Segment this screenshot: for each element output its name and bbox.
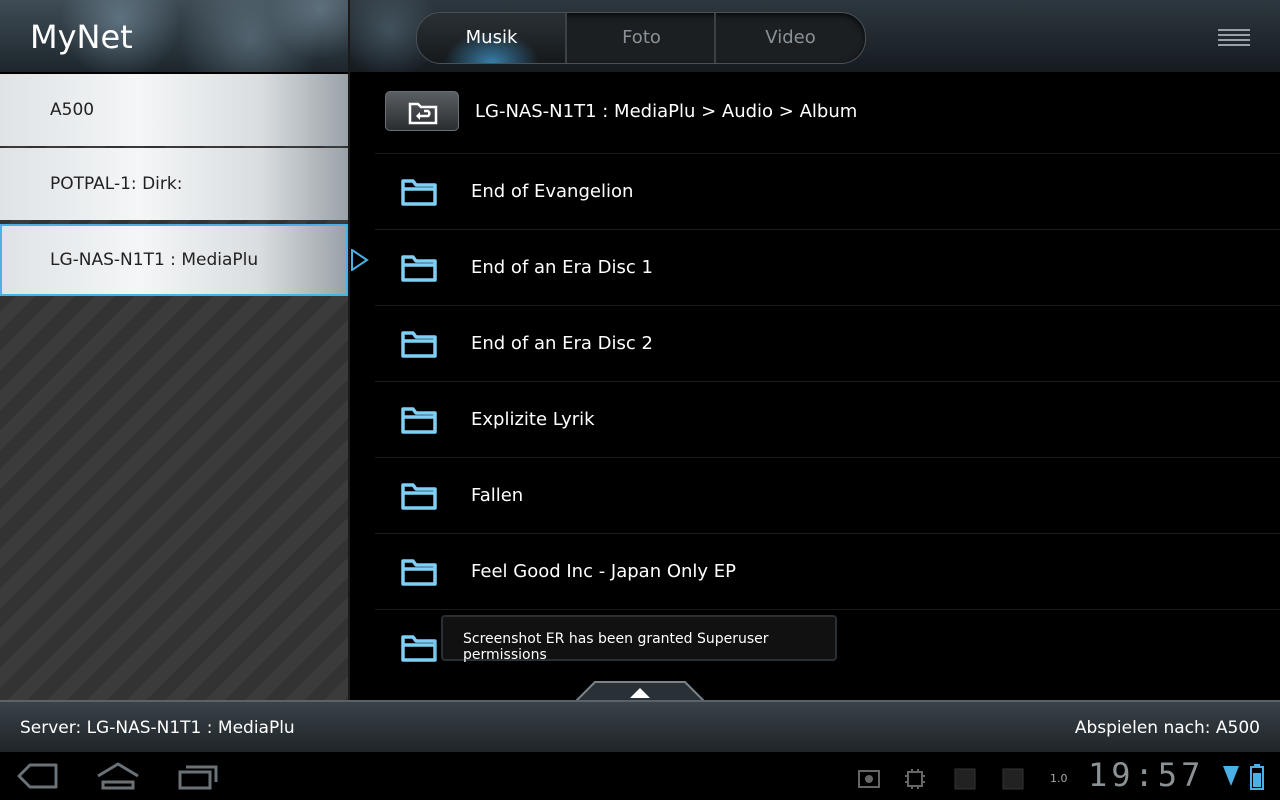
folder-label: Fallen: [471, 485, 524, 506]
folder-list: End of Evangelion End of an Era Disc 1 E…: [375, 153, 1280, 685]
folder-icon: [401, 483, 437, 510]
folder-label: Explizite Lyrik: [471, 409, 595, 430]
tab-foto[interactable]: Foto: [565, 13, 716, 63]
server-item-lg-nas[interactable]: LG-NAS-N1T1 : MediaPlu: [0, 224, 348, 296]
server-status: Server: LG-NAS-N1T1 : MediaPlu: [20, 718, 295, 738]
screenshot-icon: [858, 770, 880, 788]
system-bar: 1.0 19:57: [0, 752, 1280, 800]
folder-icon: [401, 407, 437, 434]
home-icon[interactable]: [96, 762, 140, 790]
folder-icon: [401, 559, 437, 586]
list-item[interactable]: End of an Era Disc 1: [375, 229, 1280, 305]
server-item-label: A500: [50, 100, 95, 120]
battery-icon: [1250, 764, 1264, 790]
folder-label: End of Evangelion: [471, 181, 634, 202]
notification-icon: [954, 768, 976, 790]
folder-icon: [401, 179, 437, 206]
list-item[interactable]: Explizite Lyrik: [375, 381, 1280, 457]
list-item[interactable]: End of an Era Disc 2: [375, 305, 1280, 381]
tab-video[interactable]: Video: [714, 13, 865, 63]
folder-back-icon: [408, 102, 438, 125]
folder-icon: [401, 331, 437, 358]
media-tabs: Musik Foto Video: [416, 12, 866, 64]
recent-apps-icon[interactable]: [178, 762, 218, 790]
back-button[interactable]: [385, 91, 459, 131]
folder-icon: [401, 255, 437, 282]
play-target[interactable]: Abspielen nach: A500: [1075, 718, 1260, 738]
server-item-potpal[interactable]: POTPAL-1: Dirk:: [0, 148, 348, 220]
server-item-a500[interactable]: A500: [0, 74, 348, 146]
folder-label: End of an Era Disc 2: [471, 333, 653, 354]
toast-notification: Screenshot ER has been granted Superuser…: [441, 615, 837, 663]
back-icon[interactable]: [16, 762, 58, 790]
toast-text: Screenshot ER has been granted Superuser…: [463, 631, 769, 663]
server-item-label: LG-NAS-N1T1 : MediaPlu: [50, 250, 259, 270]
server-item-label: POTPAL-1: Dirk:: [50, 174, 183, 194]
wifi-icon: [1223, 766, 1239, 786]
server-list: A500 POTPAL-1: Dirk: LG-NAS-N1T1 : Media…: [0, 74, 348, 700]
folder-label: End of an Era Disc 1: [471, 257, 653, 278]
notification-icon: [1002, 768, 1024, 790]
list-item[interactable]: Fallen: [375, 457, 1280, 533]
status-bar: Server: LG-NAS-N1T1 : MediaPlu Abspielen…: [0, 700, 1280, 754]
list-item[interactable]: Feel Good Inc - Japan Only EP: [375, 533, 1280, 609]
app-title: MyNet: [30, 18, 133, 56]
cpu-icon: [905, 769, 925, 789]
folder-label: Feel Good Inc - Japan Only EP: [471, 561, 737, 582]
folder-icon: [401, 635, 437, 662]
tab-musik[interactable]: Musik: [417, 13, 566, 63]
menu-icon[interactable]: [1218, 28, 1250, 48]
app-header: MyNet: [0, 0, 348, 72]
list-item[interactable]: End of Evangelion: [375, 153, 1280, 229]
version-label: 1.0: [1050, 772, 1068, 785]
selection-arrow-icon: [351, 249, 369, 271]
clock: 19:57: [1088, 756, 1205, 794]
breadcrumb: LG-NAS-N1T1 : MediaPlu > Audio > Album: [475, 101, 858, 122]
panel-divider: [348, 0, 350, 700]
